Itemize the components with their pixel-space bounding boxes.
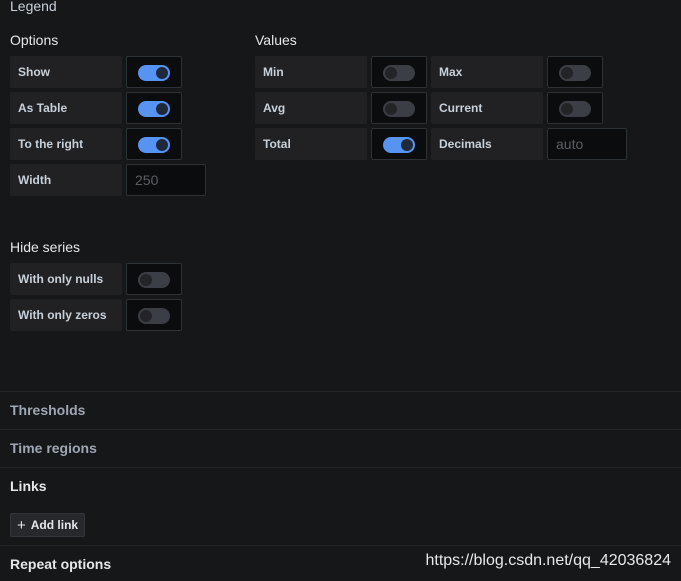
total-label: Total [255,128,367,160]
toggle-knob [156,67,168,79]
toggle-knob [156,139,168,151]
toggle-knob [401,139,413,151]
only-zeros-label: With only zeros [10,299,122,331]
avg-toggle[interactable] [383,101,415,117]
current-toggle-box[interactable] [547,92,603,124]
only-nulls-toggle[interactable] [138,272,170,288]
to-the-right-label: To the right [10,128,122,160]
current-toggle[interactable] [559,101,591,117]
add-link-button[interactable]: + Add link [10,513,85,537]
max-label: Max [431,56,543,88]
divider [0,429,681,430]
divider [0,391,681,392]
width-label: Width [10,164,122,196]
legend-panel-editor: Legend Options Show As Table To the righ… [0,0,681,581]
min-toggle-box[interactable] [371,56,427,88]
max-toggle-box[interactable] [547,56,603,88]
to-the-right-toggle[interactable] [138,137,170,153]
only-nulls-label: With only nulls [10,263,122,295]
min-toggle[interactable] [383,65,415,81]
divider [0,545,681,546]
divider [0,467,681,468]
thresholds-header[interactable]: Thresholds [10,402,85,418]
only-zeros-toggle-box[interactable] [126,299,182,331]
toggle-knob [385,67,397,79]
to-the-right-toggle-box[interactable] [126,128,182,160]
values-heading: Values [255,32,297,48]
show-toggle[interactable] [138,65,170,81]
avg-toggle-box[interactable] [371,92,427,124]
total-toggle-box[interactable] [371,128,427,160]
width-input[interactable] [126,164,206,196]
toggle-knob [561,103,573,115]
toggle-knob [140,310,152,322]
as-table-label: As Table [10,92,122,124]
toggle-knob [385,103,397,115]
as-table-toggle-box[interactable] [126,92,182,124]
toggle-knob [561,67,573,79]
current-label: Current [431,92,543,124]
watermark-url: https://blog.csdn.net/qq_42036824 [425,552,671,569]
decimals-input[interactable] [547,128,627,160]
only-nulls-toggle-box[interactable] [126,263,182,295]
add-link-label: Add link [30,518,79,532]
time-regions-header[interactable]: Time regions [10,440,97,456]
avg-label: Avg [255,92,367,124]
legend-heading: Legend [10,0,57,14]
links-header[interactable]: Links [10,478,47,494]
min-label: Min [255,56,367,88]
toggle-knob [156,103,168,115]
only-zeros-toggle[interactable] [138,308,170,324]
repeat-options-header[interactable]: Repeat options [10,556,111,572]
toggle-knob [140,274,152,286]
decimals-label: Decimals [431,128,543,160]
total-toggle[interactable] [383,137,415,153]
max-toggle[interactable] [559,65,591,81]
options-heading: Options [10,32,59,48]
as-table-toggle[interactable] [138,101,170,117]
show-label: Show [10,56,122,88]
show-toggle-box[interactable] [126,56,182,88]
plus-icon: + [17,516,26,534]
hide-series-heading: Hide series [10,239,81,255]
